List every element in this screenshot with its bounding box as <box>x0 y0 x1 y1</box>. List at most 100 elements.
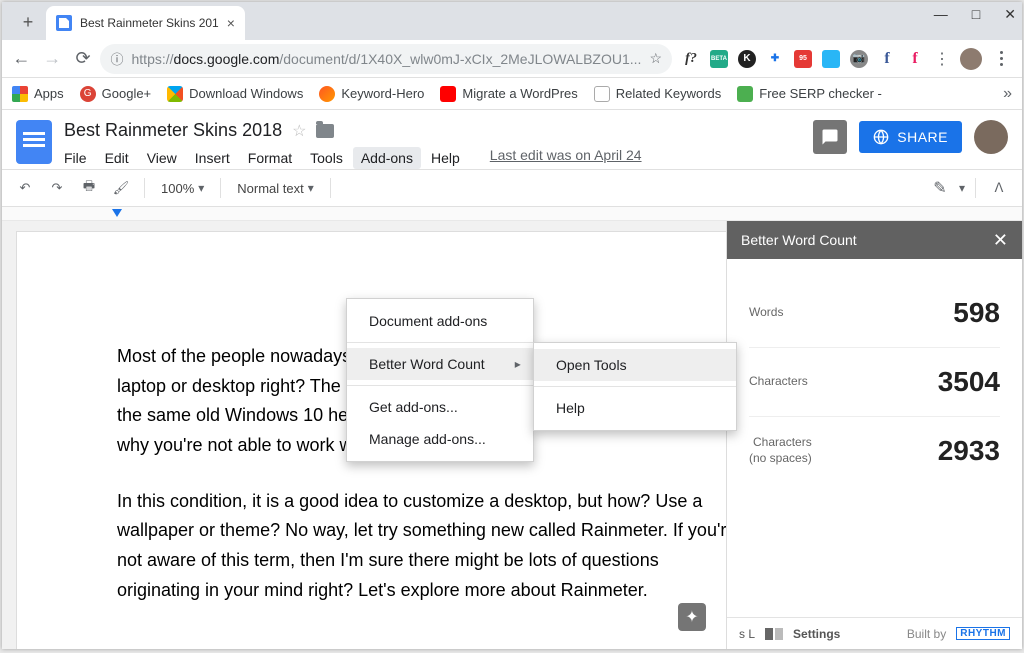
words-label: Words <box>749 305 783 321</box>
toolbar-separator <box>220 178 221 198</box>
related-keywords-bookmark[interactable]: Related Keywords <box>594 86 722 102</box>
docs-favicon <box>56 15 72 31</box>
toolbar-separator <box>144 178 145 198</box>
menu-help[interactable]: Help <box>431 147 460 169</box>
editing-mode-button[interactable]: ✎ <box>927 175 953 201</box>
brand-badge[interactable]: RHYTHM <box>956 627 1010 640</box>
bookmarks-overflow-button[interactable]: » <box>1003 85 1012 103</box>
panel-footer: s L Settings Built by RHYTHM <box>727 617 1022 649</box>
tab-close-button[interactable]: × <box>227 15 235 31</box>
menu-insert[interactable]: Insert <box>195 147 230 169</box>
menu-tools[interactable]: Tools <box>310 147 343 169</box>
tab-strip: + Best Rainmeter Skins 201 × <box>2 2 1022 40</box>
toolbar-separator <box>330 178 331 198</box>
characters-nospaces-value: 2933 <box>938 435 1000 467</box>
document-title[interactable]: Best Rainmeter Skins 2018 <box>64 120 282 141</box>
maximize-button[interactable]: □ <box>972 6 980 23</box>
youtube-icon <box>440 86 456 102</box>
chevron-down-icon: ▾ <box>308 181 314 195</box>
docs-header: Best Rainmeter Skins 2018 ☆ File Edit Vi… <box>2 110 1022 169</box>
facebook-ext-icon[interactable]: f <box>878 50 896 68</box>
indent-marker-icon[interactable] <box>112 209 122 217</box>
panel-title: Better Word Count <box>741 232 857 248</box>
paragraph-style-select[interactable]: Normal text▾ <box>231 181 320 196</box>
migrate-bookmark[interactable]: Migrate a WordPres <box>440 86 577 102</box>
last-edit-link[interactable]: Last edit was on April 24 <box>490 147 642 169</box>
word-count-panel: Better Word Count ✕ Words 598 Characters… <box>726 221 1022 649</box>
menu-item-manage-addons[interactable]: Manage add-ons... <box>347 423 533 455</box>
account-avatar[interactable] <box>974 120 1008 154</box>
view-toggle[interactable] <box>765 628 783 640</box>
download-windows-bookmark[interactable]: Download Windows <box>167 86 303 102</box>
sl-indicator: s L <box>739 627 755 641</box>
ruler[interactable] <box>2 207 1022 221</box>
gplus-bookmark[interactable]: G Google+ <box>80 86 152 102</box>
chevron-down-icon: ▾ <box>198 181 204 195</box>
zoom-select[interactable]: 100%▾ <box>155 181 210 196</box>
reader-ext-icon[interactable]: f? <box>682 50 700 68</box>
menu-separator <box>347 342 533 343</box>
menu-item-better-word-count[interactable]: Better Word Count <box>347 348 533 380</box>
menu-item-get-addons[interactable]: Get add-ons... <box>347 391 533 423</box>
forward-button[interactable]: → <box>39 44 66 74</box>
apps-icon <box>12 86 28 102</box>
explore-button[interactable]: ✦ <box>678 603 706 631</box>
browser-menu-button[interactable] <box>992 51 1010 66</box>
camera-ext-icon[interactable]: 📷 <box>850 50 868 68</box>
page-icon <box>594 86 610 102</box>
submenu-item-help[interactable]: Help <box>534 392 736 424</box>
serp-checker-bookmark[interactable]: Free SERP checker - <box>737 86 882 102</box>
site-info-icon[interactable]: ⓘ <box>110 49 123 68</box>
menu-edit[interactable]: Edit <box>105 147 129 169</box>
menu-addons[interactable]: Add-ons <box>353 147 421 169</box>
print-button[interactable]: 🖶 <box>76 175 102 201</box>
minimize-button[interactable]: — <box>934 6 948 23</box>
characters-value: 3504 <box>938 366 1000 398</box>
undo-button[interactable]: ↶ <box>12 175 38 201</box>
menu-format[interactable]: Format <box>248 147 292 169</box>
star-document-icon[interactable]: ☆ <box>292 121 306 141</box>
address-bar-row: ← → ⟳ ⓘ https://docs.google.com/document… <box>2 40 1022 78</box>
collapse-toolbar-button[interactable]: ᐱ <box>986 175 1012 201</box>
share-button[interactable]: SHARE <box>859 121 962 153</box>
pink-f-ext-icon[interactable]: f <box>906 50 924 68</box>
keyword-hero-icon <box>319 86 335 102</box>
serp-icon <box>737 86 753 102</box>
apps-bookmark[interactable]: Apps <box>12 86 64 102</box>
menu-view[interactable]: View <box>147 147 177 169</box>
blue-ext-icon[interactable] <box>822 50 840 68</box>
plus-ext-icon[interactable]: ✚ <box>766 50 784 68</box>
docs-logo-icon[interactable] <box>16 120 52 164</box>
menu-separator <box>534 386 736 387</box>
keyword-hero-bookmark[interactable]: Keyword-Hero <box>319 86 424 102</box>
menu-file[interactable]: File <box>64 147 87 169</box>
stat-characters-no-spaces: Characters(no spaces) 2933 <box>749 417 1000 485</box>
comments-button[interactable] <box>813 120 847 154</box>
move-folder-icon[interactable] <box>316 124 334 138</box>
new-tab-button[interactable]: + <box>14 8 42 36</box>
settings-link[interactable]: Settings <box>793 627 840 641</box>
extension-icons: f? BETA K ✚ 95 📷 f f ⋮ <box>676 48 1016 70</box>
k-ext-icon[interactable]: K <box>738 50 756 68</box>
redo-button[interactable]: ↷ <box>44 175 70 201</box>
browser-tab[interactable]: Best Rainmeter Skins 201 × <box>46 6 245 40</box>
windows-icon <box>167 86 183 102</box>
menu-item-document-addons[interactable]: Document add-ons <box>347 305 533 337</box>
reload-button[interactable]: ⟳ <box>70 44 97 74</box>
menu-separator <box>347 385 533 386</box>
panel-close-button[interactable]: ✕ <box>993 230 1008 251</box>
characters-label: Characters <box>749 374 808 390</box>
bookmark-star-icon[interactable]: ☆ <box>649 50 662 67</box>
paint-format-button[interactable]: 🖌 <box>108 175 134 201</box>
submenu-item-open-tools[interactable]: Open Tools <box>534 349 736 381</box>
profile-avatar[interactable] <box>960 48 982 70</box>
comment-icon <box>821 128 839 146</box>
beta-ext-icon[interactable]: BETA <box>710 50 728 68</box>
close-window-button[interactable]: ✕ <box>1004 6 1016 23</box>
tab-title: Best Rainmeter Skins 201 <box>80 16 219 30</box>
built-by-label: Built by <box>907 627 946 641</box>
omnibox[interactable]: ⓘ https://docs.google.com/document/d/1X4… <box>100 44 672 74</box>
back-button[interactable]: ← <box>8 44 35 74</box>
paragraph[interactable]: In this condition, it is a good idea to … <box>117 487 726 606</box>
counter-ext-icon[interactable]: 95 <box>794 50 812 68</box>
